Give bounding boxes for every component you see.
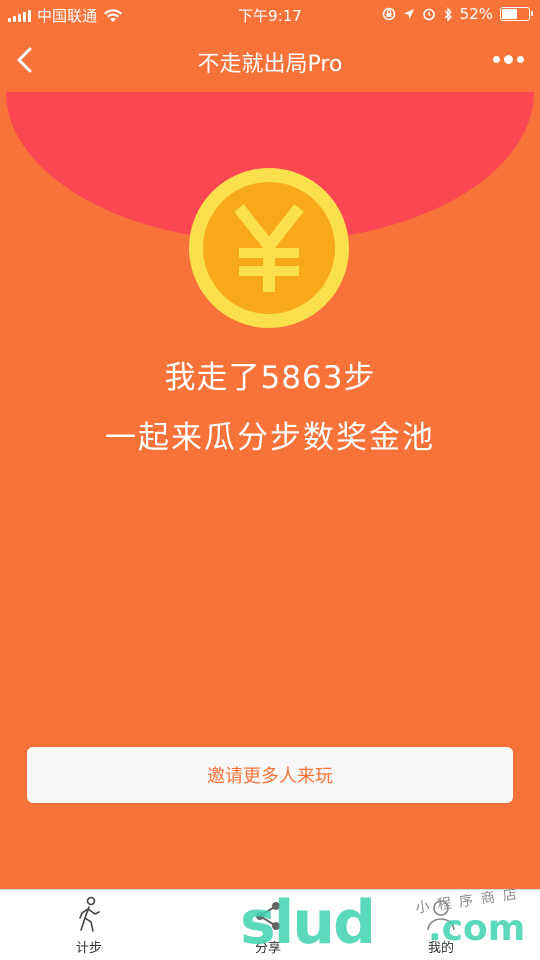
tab-step[interactable]: 计步: [44, 896, 134, 956]
battery-percent: 52%: [459, 5, 493, 23]
invite-button[interactable]: 邀请更多人来玩: [27, 747, 513, 803]
tab-bar: 计步 分享 我的: [0, 889, 540, 960]
tab-share-label: 分享: [254, 941, 281, 956]
yuan-icon: [234, 204, 304, 292]
dot-icon: [517, 56, 524, 63]
subtitle-text: 一起来瓜分步数奖金池: [105, 420, 435, 456]
dot-icon: [493, 56, 500, 63]
tab-mine-label: 我的: [427, 941, 454, 956]
page-title: 不走就出局Pro: [197, 52, 343, 77]
coin-face: [203, 182, 335, 314]
orientation-lock-icon: [382, 7, 395, 21]
coin-icon: [189, 168, 349, 328]
status-bar: 中国联通 下午9:17 52%: [0, 0, 540, 30]
battery-icon: [500, 7, 533, 21]
location-icon: [403, 9, 414, 19]
walking-icon: [79, 896, 100, 932]
tab-step-label: 计步: [75, 941, 102, 956]
user-icon: [427, 900, 455, 931]
alarm-icon: [422, 8, 435, 21]
steps-text: 我走了5863步: [164, 360, 376, 396]
status-right: 52%: [382, 5, 533, 23]
nav-bar: 不走就出局Pro: [0, 30, 540, 90]
dot-icon: [504, 55, 513, 64]
more-button[interactable]: [493, 55, 524, 64]
tab-share[interactable]: 分享: [223, 896, 313, 956]
bluetooth-icon: [444, 6, 452, 22]
tab-mine[interactable]: 我的: [396, 896, 486, 956]
share-icon: [256, 902, 280, 930]
